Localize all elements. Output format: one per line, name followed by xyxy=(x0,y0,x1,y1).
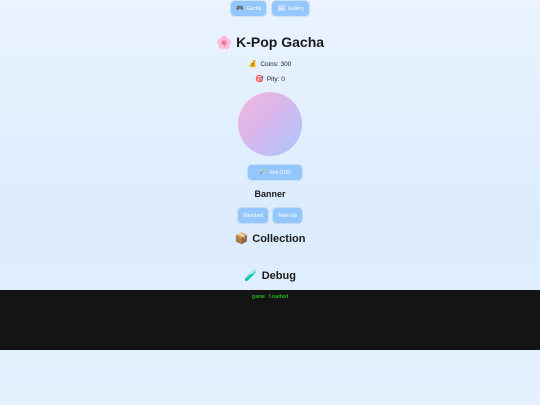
target-icon: 🎯 xyxy=(255,76,264,83)
rate-up-banner-button[interactable]: Rate-Up xyxy=(273,208,302,223)
pity-text: Pity: 0 xyxy=(266,76,285,83)
top-nav: 🎮 Gacha 🖼 Gallery xyxy=(0,1,540,16)
pity-display: 🎯 Pity: 0 xyxy=(0,75,540,83)
game-controller-icon: 🎮 xyxy=(236,5,244,12)
cherry-blossom-icon: 🌸 xyxy=(215,35,233,50)
money-bag-icon: 💰 xyxy=(248,61,258,68)
rate-up-banner-label: Rate-Up xyxy=(278,212,297,219)
collection-heading-text: Collection xyxy=(252,233,306,245)
standard-banner-button[interactable]: Standard xyxy=(238,208,269,223)
standard-banner-label: Standard xyxy=(243,212,264,219)
page-title-text: K-Pop Gacha xyxy=(236,34,325,50)
debug-heading: 🧪 Debug xyxy=(0,269,540,282)
coins-text: Coins: 300 xyxy=(260,61,292,68)
frame-icon: 🖼 xyxy=(277,5,285,12)
gallery-nav-label: Gallery xyxy=(288,5,304,12)
banner-heading: Banner xyxy=(0,189,540,199)
banner-heading-text: Banner xyxy=(254,189,286,199)
coins-display: 💰 Coins: 300 xyxy=(0,60,540,68)
debug-log-line: game loaded xyxy=(251,294,289,300)
roll-button[interactable]: 🪄 Roll (100) xyxy=(248,165,302,180)
test-tube-icon: 🧪 xyxy=(244,270,258,282)
gacha-orb xyxy=(238,92,302,156)
collection-heading: 📦 Collection xyxy=(0,232,540,245)
page-title: 🌸 K-Pop Gacha xyxy=(0,34,540,51)
debug-heading-text: Debug xyxy=(261,270,296,282)
gacha-nav-button[interactable]: 🎮 Gacha xyxy=(231,1,267,16)
package-icon: 📦 xyxy=(234,233,249,245)
banner-options: Standard Rate-Up xyxy=(0,208,540,223)
roll-button-label: Roll (100) xyxy=(269,169,292,176)
gallery-nav-button[interactable]: 🖼 Gallery xyxy=(272,1,309,16)
debug-console: game loaded xyxy=(0,290,540,350)
gacha-nav-label: Gacha xyxy=(246,5,262,12)
magic-wand-icon: 🪄 xyxy=(258,169,267,176)
